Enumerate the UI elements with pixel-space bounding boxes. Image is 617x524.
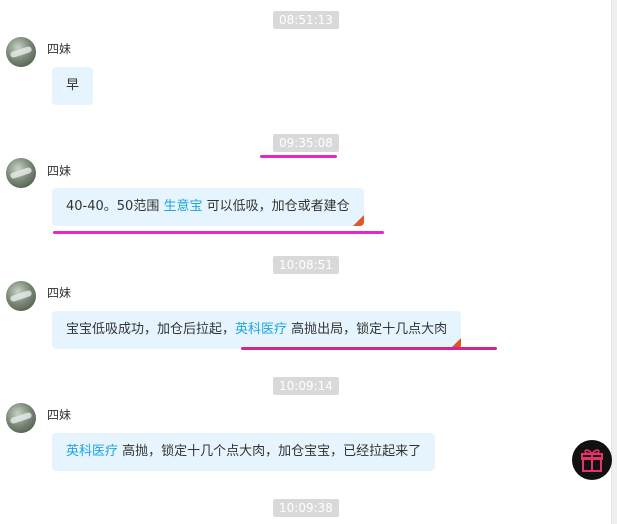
highlight-underline [53, 231, 384, 234]
avatar[interactable] [6, 37, 36, 67]
sender-name: 四妹 [47, 408, 72, 422]
sender-name: 四妹 [47, 286, 72, 300]
timestamp: 10:09:14 [273, 377, 339, 395]
sender-name: 四妹 [47, 164, 72, 178]
timestamp: 10:08:51 [273, 256, 339, 274]
timestamp: 08:51:13 [273, 11, 339, 29]
message-text: 可以低吸，加仓或者建仓 [202, 199, 350, 214]
message-bubble[interactable]: 40-40。50范围 生意宝 可以低吸，加仓或者建仓 [52, 188, 364, 226]
avatar[interactable] [6, 281, 36, 311]
stock-link[interactable]: 英科医疗 [66, 444, 118, 459]
avatar[interactable] [6, 403, 36, 433]
message-text: 宝宝低吸成功，加仓后拉起， [66, 322, 236, 337]
stock-link[interactable]: 生意宝 [163, 199, 202, 214]
message-text: 早 [66, 78, 80, 93]
avatar[interactable] [6, 158, 36, 188]
gift-button[interactable] [572, 440, 612, 480]
message-bubble[interactable]: 宝宝低吸成功，加仓后拉起，英科医疗 高抛出局，锁定十几点大肉 [52, 311, 462, 349]
timestamp: 10:09:38 [273, 499, 339, 517]
message-text: 40-40。50范围 [66, 199, 164, 214]
highlight-underline [260, 155, 337, 158]
chat-pane: 08:51:13 四妹 早 09:35:08 四妹 40-40。50范围 生意宝… [0, 0, 612, 524]
message-bubble[interactable]: 英科医疗 高抛，锁定十几个点大肉，加仓宝宝，已经拉起来了 [52, 433, 436, 471]
timestamp: 09:35:08 [273, 134, 339, 152]
sender-name: 四妹 [47, 42, 72, 56]
highlight-underline [241, 347, 497, 350]
flag-corner-icon [352, 215, 364, 226]
stock-link[interactable]: 英科医疗 [235, 322, 287, 337]
message-bubble[interactable]: 早 [52, 67, 94, 105]
message-text: 高抛出局，锁定十几点大肉 [287, 322, 448, 337]
message-text: 高抛，锁定十几个点大肉，加仓宝宝，已经拉起来了 [118, 444, 422, 459]
gift-icon [581, 449, 603, 472]
